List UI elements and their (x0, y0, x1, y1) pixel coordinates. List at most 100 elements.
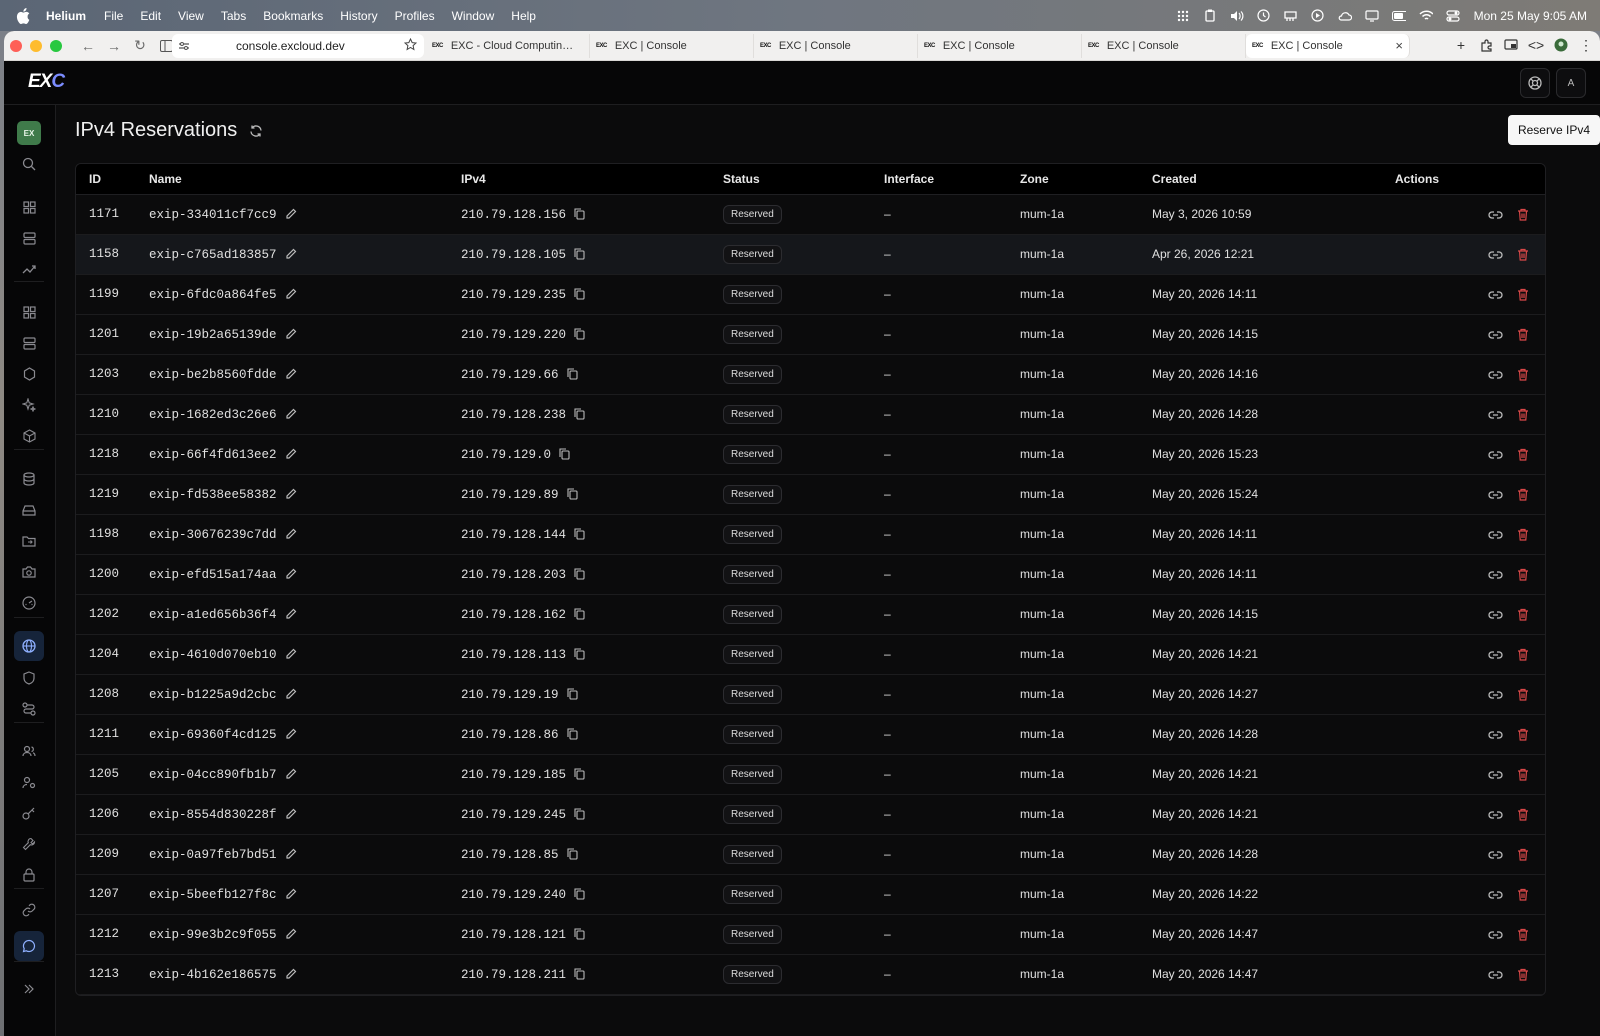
menu-profiles[interactable]: Profiles (395, 9, 435, 23)
menu-edit[interactable]: Edit (140, 9, 161, 23)
browser-tab[interactable]: EXC EXC - Cloud Computing Serv (426, 34, 590, 58)
table-row[interactable]: 1210 exip-1682ed3c26e6 210.79.128.238 Reser… (76, 394, 1545, 435)
delete-trash-icon[interactable] (1517, 928, 1529, 941)
edit-pencil-icon[interactable] (285, 808, 297, 820)
apple-menu-icon[interactable] (16, 7, 32, 24)
refresh-icon[interactable] (249, 124, 263, 138)
column-header-created[interactable]: Created (1152, 164, 1395, 195)
chat-icon[interactable] (14, 931, 44, 961)
delete-trash-icon[interactable] (1517, 728, 1529, 741)
column-header-ipv4[interactable]: IPv4 (461, 164, 723, 195)
new-tab-icon[interactable]: + (1453, 37, 1469, 53)
camera-icon[interactable] (14, 557, 44, 587)
copy-icon[interactable] (574, 248, 585, 260)
copy-icon[interactable] (574, 408, 585, 420)
dashboard-icon[interactable] (14, 192, 44, 222)
table-row[interactable]: 1198 exip-30676239c7dd 210.79.128.144 Reser… (76, 514, 1545, 555)
delete-trash-icon[interactable] (1517, 968, 1529, 981)
control-center-icon[interactable] (1446, 9, 1460, 23)
exc-logo[interactable]: EXC (28, 71, 65, 93)
attach-link-icon[interactable] (1488, 970, 1503, 980)
table-row[interactable]: 1158 exip-c765ad183857 210.79.128.105 Reser… (76, 234, 1545, 275)
browser-tab[interactable]: EXC EXC | Console (754, 34, 918, 58)
browser-tab[interactable]: EXC EXC | Console (918, 34, 1082, 58)
table-row[interactable]: 1200 exip-efd515a174aa 210.79.128.203 Reser… (76, 554, 1545, 595)
edit-pencil-icon[interactable] (285, 248, 297, 260)
column-header-zone[interactable]: Zone (1020, 164, 1152, 195)
table-row[interactable]: 1201 exip-19b2a65139de 210.79.129.220 Reser… (76, 314, 1545, 355)
edit-pencil-icon[interactable] (285, 968, 297, 980)
attach-link-icon[interactable] (1488, 690, 1503, 700)
reservation-name[interactable]: exip-6fdc0a864fe5 (149, 288, 277, 302)
table-row[interactable]: 1212 exip-99e3b2c9f055 210.79.128.121 Reser… (76, 914, 1545, 955)
reservation-name[interactable]: exip-69360f4cd125 (149, 728, 277, 742)
delete-trash-icon[interactable] (1517, 208, 1529, 221)
attach-link-icon[interactable] (1488, 370, 1503, 380)
reservation-name[interactable]: exip-fd538ee58382 (149, 488, 277, 502)
delete-trash-icon[interactable] (1517, 528, 1529, 541)
delete-trash-icon[interactable] (1517, 888, 1529, 901)
route-icon[interactable] (14, 694, 44, 724)
metrics-icon[interactable] (14, 254, 44, 284)
reservation-name[interactable]: exip-be2b8560fdde (149, 368, 277, 382)
delete-trash-icon[interactable] (1517, 648, 1529, 661)
back-arrow-icon[interactable]: ← (80, 38, 96, 54)
copy-icon[interactable] (559, 448, 570, 460)
reservation-name[interactable]: exip-99e3b2c9f055 (149, 928, 277, 942)
reservation-name[interactable]: exip-30676239c7dd (149, 528, 277, 542)
table-row[interactable]: 1211 exip-69360f4cd125 210.79.128.86 Reserv… (76, 714, 1545, 755)
search-icon[interactable] (14, 149, 44, 179)
copy-icon[interactable] (574, 888, 585, 900)
attach-link-icon[interactable] (1488, 450, 1503, 460)
attach-link-icon[interactable] (1488, 410, 1503, 420)
menubar-clock[interactable]: Mon 25 May 9:05 AM (1474, 9, 1587, 23)
attach-link-icon[interactable] (1488, 730, 1503, 740)
menu-history[interactable]: History (340, 9, 377, 23)
site-settings-icon[interactable] (178, 41, 192, 51)
column-header-id[interactable]: ID (76, 164, 149, 195)
devtools-icon[interactable]: <> (1528, 37, 1544, 53)
reservation-name[interactable]: exip-0a97feb7bd51 (149, 848, 277, 862)
menu-file[interactable]: File (104, 9, 123, 23)
copy-icon[interactable] (574, 968, 585, 980)
browser-tab[interactable]: EXC EXC | Console (1082, 34, 1246, 58)
table-row[interactable]: 1208 exip-b1225a9d2cbc 210.79.129.19 Reserv… (76, 674, 1545, 715)
copy-icon[interactable] (574, 208, 585, 220)
attach-link-icon[interactable] (1488, 770, 1503, 780)
column-header-name[interactable]: Name (149, 164, 461, 195)
url-text[interactable]: console.excloud.dev (236, 39, 345, 53)
edit-pencil-icon[interactable] (285, 648, 297, 660)
reservation-name[interactable]: exip-1682ed3c26e6 (149, 408, 277, 422)
copy-icon[interactable] (574, 528, 585, 540)
edit-pencil-icon[interactable] (285, 408, 297, 420)
reservation-name[interactable]: exip-334011cf7cc9 (149, 208, 277, 222)
attach-link-icon[interactable] (1488, 850, 1503, 860)
attach-link-icon[interactable] (1488, 650, 1503, 660)
drive-icon[interactable] (14, 495, 44, 525)
edit-pencil-icon[interactable] (285, 328, 297, 340)
servers-icon[interactable] (14, 223, 44, 253)
browser-menu-icon[interactable]: ⋮ (1578, 37, 1594, 53)
table-row[interactable]: 1202 exip-a1ed656b36f4 210.79.128.162 Reser… (76, 594, 1545, 635)
column-header-status[interactable]: Status (723, 164, 884, 195)
reservation-name[interactable]: exip-5beefb127f8c (149, 888, 277, 902)
close-window-button[interactable] (10, 39, 22, 52)
delete-trash-icon[interactable] (1517, 568, 1529, 581)
delete-trash-icon[interactable] (1517, 248, 1529, 261)
reservation-name[interactable]: exip-efd515a174aa (149, 568, 277, 582)
delete-trash-icon[interactable] (1517, 808, 1529, 821)
battery-icon[interactable] (1391, 9, 1406, 23)
table-row[interactable]: 1209 exip-0a97feb7bd51 210.79.128.85 Reserv… (76, 834, 1545, 875)
clipboard-icon[interactable] (1203, 9, 1217, 23)
table-row[interactable]: 1219 exip-fd538ee58382 210.79.129.89 Reserv… (76, 474, 1545, 515)
edit-pencil-icon[interactable] (285, 288, 297, 300)
grid-dots-icon[interactable] (1176, 9, 1190, 23)
attach-link-icon[interactable] (1488, 490, 1503, 500)
copy-icon[interactable] (566, 728, 578, 740)
table-row[interactable]: 1206 exip-8554d830228f 210.79.129.245 Reser… (76, 794, 1545, 835)
delete-trash-icon[interactable] (1517, 448, 1529, 461)
reservation-name[interactable]: exip-04cc890fb1b7 (149, 768, 277, 782)
delete-trash-icon[interactable] (1517, 608, 1529, 621)
attach-link-icon[interactable] (1488, 290, 1503, 300)
apps-icon[interactable] (14, 297, 44, 327)
